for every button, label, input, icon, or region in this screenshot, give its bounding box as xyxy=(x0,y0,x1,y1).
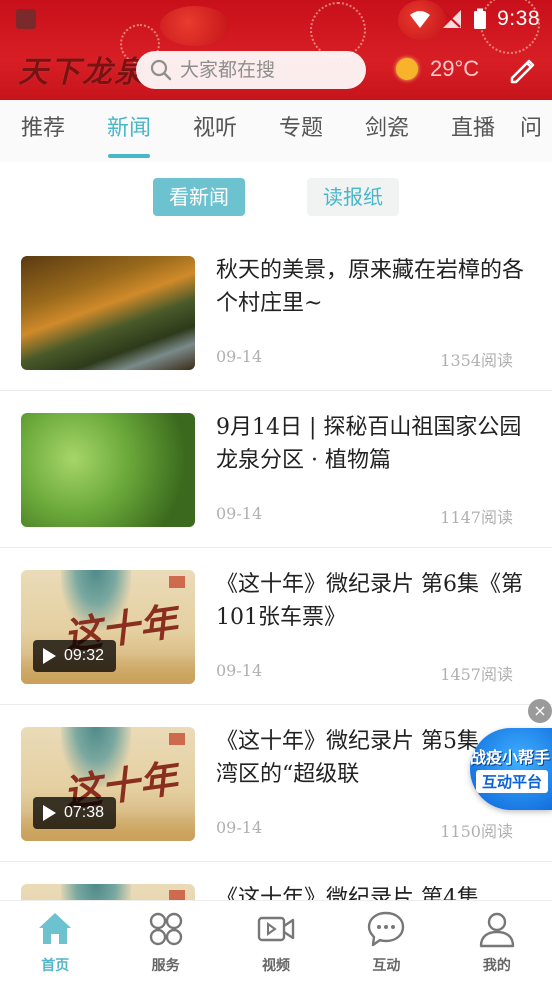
app-logo[interactable]: 天下龙泉 xyxy=(18,50,146,90)
user-icon xyxy=(479,912,515,948)
news-meta: 09-14 1147阅读 xyxy=(216,504,513,528)
weather-widget[interactable]: 29°C xyxy=(396,54,479,84)
search-icon xyxy=(150,59,172,81)
status-time: 9:38 xyxy=(497,7,540,30)
close-float-button[interactable]: × xyxy=(528,699,552,723)
news-meta: 09-14 1354阅读 xyxy=(216,347,513,371)
signal-icon xyxy=(443,10,462,28)
status-icons: 9:38 xyxy=(409,6,540,32)
tab-news[interactable]: 新闻 xyxy=(86,100,172,162)
news-meta: 09-14 1457阅读 xyxy=(216,661,513,685)
services-icon xyxy=(149,912,182,946)
status-bar: 9:38 xyxy=(0,0,552,40)
sun-icon xyxy=(396,58,418,80)
tab-sword-porcelain[interactable]: 剑瓷 xyxy=(344,100,430,162)
news-reads: 1457阅读 xyxy=(440,665,513,684)
news-date: 09-14 xyxy=(216,504,263,523)
nav-profile[interactable]: 我的 xyxy=(442,901,552,983)
tab-recommend[interactable]: 推荐 xyxy=(0,100,86,162)
news-title: 《这十年》微纪录片 第6集《第101张车票》 xyxy=(216,572,523,630)
video-icon xyxy=(257,916,295,942)
play-icon xyxy=(43,648,56,664)
helper-subtitle: 互动平台 xyxy=(476,770,549,793)
helper-title: 战疫小帮手 xyxy=(470,748,551,767)
news-list: 秋天的美景，原来藏在岩樟的各个村庄里~ 09-14 1354阅读 9月14日 |… xyxy=(0,234,552,983)
news-reads: 1147阅读 xyxy=(440,508,513,527)
battery-icon xyxy=(474,8,487,29)
anti-epidemic-helper-button[interactable]: 战疫小帮手 互动平台 xyxy=(470,728,552,810)
news-date: 09-14 xyxy=(216,818,263,837)
tab-ask[interactable]: 问 xyxy=(516,100,552,162)
read-paper-button[interactable]: 读报纸 xyxy=(307,178,399,216)
wifi-icon xyxy=(410,11,431,28)
video-duration-badge: 07:38 xyxy=(33,797,117,829)
app: 9:38 天下龙泉 29°C 推荐 新闻 视听 专题 剑瓷 直播 问 看新闻 读… xyxy=(0,0,552,983)
news-item[interactable]: 9月14日 | 探秘百山祖国家公园龙泉分区 · 植物篇 09-14 1147阅读 xyxy=(0,391,552,548)
watch-news-button[interactable]: 看新闻 xyxy=(153,178,245,216)
stamp-decoration xyxy=(169,733,185,745)
edit-icon[interactable] xyxy=(506,52,540,86)
nav-label: 服务 xyxy=(151,958,180,974)
chat-icon xyxy=(368,911,405,947)
nav-interact[interactable]: 互动 xyxy=(331,901,441,983)
news-date: 09-14 xyxy=(216,661,263,680)
video-duration: 09:32 xyxy=(64,647,105,664)
nav-label: 视频 xyxy=(262,958,291,974)
news-thumbnail: 这十年 07:38 xyxy=(21,727,195,841)
tab-live[interactable]: 直播 xyxy=(430,100,516,162)
search-input[interactable] xyxy=(180,59,350,81)
nav-services[interactable]: 服务 xyxy=(110,901,220,983)
sub-toggle: 看新闻 读报纸 xyxy=(0,178,552,218)
news-reads: 1150阅读 xyxy=(440,822,513,841)
header: 9:38 天下龙泉 29°C xyxy=(0,0,552,100)
nav-video[interactable]: 视频 xyxy=(221,901,331,983)
news-item[interactable]: 这十年 09:32 《这十年》微纪录片 第6集《第101张车票》 09-14 1… xyxy=(0,548,552,705)
news-item[interactable]: 秋天的美景，原来藏在岩樟的各个村庄里~ 09-14 1354阅读 xyxy=(0,234,552,391)
tab-audiovisual[interactable]: 视听 xyxy=(172,100,258,162)
stamp-decoration xyxy=(169,576,185,588)
news-meta: 09-14 1150阅读 xyxy=(216,818,513,842)
news-title: 秋天的美景，原来藏在岩樟的各个村庄里~ xyxy=(216,258,525,316)
nav-home[interactable]: 首页 xyxy=(0,901,110,983)
home-icon xyxy=(39,913,72,944)
temperature: 29°C xyxy=(430,56,480,81)
video-duration: 07:38 xyxy=(64,804,105,821)
video-duration-badge: 09:32 xyxy=(33,640,117,672)
news-title: 9月14日 | 探秘百山祖国家公园龙泉分区 · 植物篇 xyxy=(216,415,522,473)
nav-label: 互动 xyxy=(372,958,401,974)
tab-topics[interactable]: 专题 xyxy=(258,100,344,162)
news-thumbnail: 这十年 09:32 xyxy=(21,570,195,684)
play-icon xyxy=(43,805,56,821)
category-tabs: 推荐 新闻 视听 专题 剑瓷 直播 问 xyxy=(0,100,552,162)
search-bar[interactable] xyxy=(136,51,366,89)
nav-label: 首页 xyxy=(41,958,70,974)
news-reads: 1354阅读 xyxy=(440,351,513,370)
notification-icon xyxy=(16,9,36,29)
nav-label: 我的 xyxy=(482,958,511,974)
news-thumbnail xyxy=(21,256,195,370)
bottom-nav: 首页 服务 视频 互动 我的 xyxy=(0,900,552,983)
news-item[interactable]: 这十年 07:38 《这十年》微纪录片 第5集 《大湾区的“超级联 09-14 … xyxy=(0,705,552,862)
news-thumbnail xyxy=(21,413,195,527)
news-date: 09-14 xyxy=(216,347,263,366)
